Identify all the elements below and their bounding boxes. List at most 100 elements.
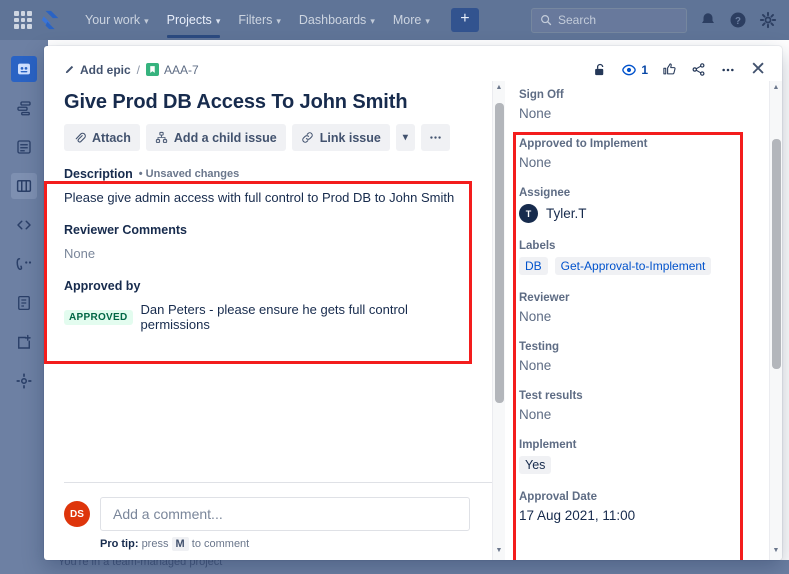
more-actions-dropdown-button[interactable]: ▾ bbox=[395, 124, 415, 151]
field-labels-label: Labels bbox=[519, 240, 556, 252]
breadcrumb-issue-key[interactable]: AAA-7 bbox=[146, 63, 199, 77]
grid-apps-icon[interactable] bbox=[14, 11, 32, 29]
more-options-icon[interactable] bbox=[720, 62, 736, 78]
sidebar-item-backlog[interactable] bbox=[11, 134, 37, 160]
sidebar-item-add-shortcut[interactable] bbox=[11, 329, 37, 355]
nav-label: More bbox=[392, 13, 422, 27]
close-icon[interactable]: ✕ bbox=[750, 60, 766, 79]
field-reviewer-value[interactable]: None bbox=[519, 309, 753, 324]
field-reviewer: Reviewer None bbox=[519, 292, 753, 324]
sidebar-item-board[interactable] bbox=[11, 173, 37, 199]
sidebar-scrollbar[interactable]: ▲ ▼ bbox=[769, 81, 782, 560]
eye-watch-icon bbox=[622, 64, 637, 75]
chevron-down-icon: ▾ bbox=[425, 15, 430, 26]
story-icon bbox=[146, 63, 160, 76]
label-chip[interactable]: Get-Approval-to-Implement bbox=[554, 257, 712, 275]
link-issue-button[interactable]: Link issue bbox=[291, 124, 390, 151]
field-labels-value[interactable]: DB Get-Approval-to-Implement bbox=[519, 257, 753, 275]
breadcrumb-add-epic-label: Add epic bbox=[80, 62, 131, 77]
nav-item-projects[interactable]: Projects ▾ bbox=[158, 2, 230, 38]
modal-action-icons: 1 ✕ bbox=[592, 60, 766, 79]
svg-text:?: ? bbox=[735, 16, 741, 27]
link-issue-button-label: Link issue bbox=[319, 130, 381, 145]
field-testing-label: Testing bbox=[519, 341, 560, 353]
unsaved-changes-badge: • Unsaved changes bbox=[138, 168, 240, 180]
sidebar-item-project-pages[interactable] bbox=[11, 290, 37, 316]
field-assignee-label: Assignee bbox=[519, 187, 571, 199]
modal-body: Give Prod DB Access To John Smith Attach bbox=[44, 81, 782, 560]
main-column-scrollbar[interactable]: ▲ ▼ bbox=[492, 81, 505, 560]
approved-by-value-row[interactable]: APPROVED Dan Peters - please ensure he g… bbox=[64, 302, 470, 332]
settings-gear-icon[interactable] bbox=[759, 11, 777, 29]
comment-input[interactable]: Add a comment... bbox=[100, 497, 470, 531]
nav-item-more[interactable]: More ▾ bbox=[384, 2, 439, 38]
field-sign-off-value[interactable]: None bbox=[519, 106, 753, 121]
nav-label: Projects bbox=[166, 13, 212, 27]
search-input[interactable]: Search bbox=[531, 7, 687, 33]
watch-count: 1 bbox=[641, 62, 649, 77]
scroll-down-arrow-icon[interactable]: ▼ bbox=[773, 544, 780, 557]
paperclip-icon bbox=[75, 132, 86, 143]
jira-logo-icon[interactable] bbox=[40, 9, 62, 31]
description-value[interactable]: Please give admin access with full contr… bbox=[64, 190, 470, 205]
reviewer-comments-value[interactable]: None bbox=[64, 246, 470, 261]
avatar[interactable]: DS bbox=[64, 501, 90, 527]
scroll-up-arrow-icon[interactable]: ▲ bbox=[773, 81, 780, 94]
unlock-icon[interactable] bbox=[592, 62, 607, 77]
nav-item-dashboards[interactable]: Dashboards ▾ bbox=[290, 2, 384, 38]
help-icon[interactable]: ? bbox=[729, 11, 747, 29]
nav-item-your-work[interactable]: Your work ▾ bbox=[76, 2, 158, 38]
field-reviewer-label: Reviewer bbox=[519, 292, 570, 304]
pro-tip-mid: press bbox=[141, 538, 169, 550]
breadcrumb: Add epic / AAA-7 bbox=[64, 63, 199, 77]
breadcrumb-add-epic[interactable]: Add epic bbox=[64, 63, 131, 77]
add-child-issue-button-label: Add a child issue bbox=[173, 130, 277, 145]
field-implement-label: Implement bbox=[519, 439, 577, 451]
chevron-down-icon: ▾ bbox=[215, 15, 221, 26]
issue-more-options-button[interactable] bbox=[420, 124, 450, 151]
status-badge: APPROVED bbox=[64, 309, 133, 325]
scroll-down-arrow-icon[interactable]: ▼ bbox=[496, 544, 503, 557]
nav-label: Your work bbox=[85, 13, 141, 27]
field-testing-value[interactable]: None bbox=[519, 358, 753, 373]
nav-label: Filters bbox=[238, 13, 273, 27]
share-icon[interactable] bbox=[691, 62, 706, 77]
breadcrumb-issue-key-label: AAA-7 bbox=[164, 62, 199, 77]
comment-placeholder: Add a comment... bbox=[113, 506, 223, 522]
scrollbar-thumb[interactable] bbox=[772, 139, 781, 369]
pro-tip-suffix: to comment bbox=[191, 538, 250, 550]
sidebar-item-project-settings[interactable] bbox=[11, 368, 37, 394]
issue-main-column: Give Prod DB Access To John Smith Attach bbox=[44, 81, 492, 560]
label-chip[interactable]: DB bbox=[519, 257, 548, 275]
nav-label: Dashboards bbox=[298, 13, 367, 27]
create-issue-button[interactable]: + bbox=[450, 8, 479, 32]
field-test-results-value[interactable]: None bbox=[519, 407, 753, 422]
scrollbar-thumb[interactable] bbox=[495, 103, 504, 403]
attach-button-label: Attach bbox=[92, 130, 131, 145]
global-navigation-bar: Your work ▾ Projects ▾ Filters ▾ Dashboa… bbox=[0, 0, 789, 40]
add-child-issue-button[interactable]: Add a child issue bbox=[145, 124, 286, 151]
nav-item-filters[interactable]: Filters ▾ bbox=[229, 2, 290, 38]
sidebar-item-releases[interactable] bbox=[11, 251, 37, 277]
notifications-bell-icon[interactable] bbox=[699, 11, 717, 29]
sidebar-item-roadmap[interactable] bbox=[11, 95, 37, 121]
thumbs-up-icon[interactable] bbox=[662, 62, 677, 77]
field-approval-date: Approval Date 17 Aug 2021, 11:00 bbox=[519, 491, 753, 523]
field-approved-to-implement-value[interactable]: None bbox=[519, 155, 753, 170]
field-assignee-value[interactable]: T Tyler.T bbox=[519, 204, 753, 223]
breadcrumb-separator: / bbox=[136, 62, 141, 77]
sidebar-item-project-avatar[interactable] bbox=[11, 56, 37, 82]
chevron-down-icon: ▾ bbox=[276, 15, 281, 26]
scroll-up-arrow-icon[interactable]: ▲ bbox=[496, 81, 503, 94]
sidebar-item-code[interactable] bbox=[11, 212, 37, 238]
field-sign-off-label: Sign Off bbox=[519, 89, 564, 101]
watch-issue-button[interactable]: 1 bbox=[621, 62, 648, 78]
add-comment-section: DS Add a comment... Pro tip: press M to … bbox=[64, 482, 492, 560]
field-approval-date-value[interactable]: 17 Aug 2021, 11:00 bbox=[519, 508, 753, 523]
global-nav-right-group: Search ? bbox=[531, 7, 789, 33]
issue-detail-modal: Add epic / AAA-7 1 ✕ Give Prod DB Access… bbox=[44, 46, 782, 560]
chevron-down-icon: ▾ bbox=[402, 132, 408, 143]
attach-button[interactable]: Attach bbox=[64, 124, 140, 151]
field-implement-value[interactable]: Yes bbox=[519, 456, 552, 474]
chevron-down-icon: ▾ bbox=[144, 15, 149, 26]
